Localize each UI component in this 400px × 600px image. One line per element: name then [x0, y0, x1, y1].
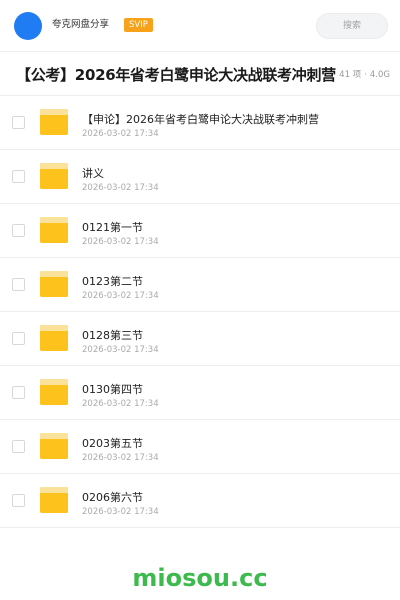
folder-meta: 41 项 · 4.0G	[339, 69, 390, 81]
item-name: 【申论】2026年省考白鹭申论大决战联考冲刺营	[82, 113, 319, 126]
list-item[interactable]: 讲义 2026-03-02 17:34	[0, 150, 400, 204]
item-name: 0121第一节	[82, 221, 143, 234]
item-count: 41 项	[339, 70, 362, 80]
item-date: 2026-03-02 17:34	[82, 507, 159, 517]
item-name: 0206第六节	[82, 491, 143, 504]
list-item[interactable]: 0128第三节 2026-03-02 17:34	[0, 312, 400, 366]
item-checkbox[interactable]	[12, 278, 25, 291]
item-checkbox[interactable]	[12, 170, 25, 183]
item-name: 讲义	[82, 167, 104, 180]
item-name: 0203第五节	[82, 437, 143, 450]
item-name: 0128第三节	[82, 329, 143, 342]
folder-icon	[40, 325, 68, 351]
file-list: 【申论】2026年省考白鹭申论大决战联考冲刺营 2026-03-02 17:34…	[0, 96, 400, 528]
item-date: 2026-03-02 17:34	[82, 399, 159, 409]
item-date: 2026-03-02 17:34	[82, 183, 159, 193]
svip-badge: SVIP	[124, 18, 153, 32]
item-checkbox[interactable]	[12, 332, 25, 345]
item-checkbox[interactable]	[12, 494, 25, 507]
folder-title: 【公考】2026年省考白鹭申论大决战联考冲刺营	[16, 66, 336, 84]
item-date: 2026-03-02 17:34	[82, 237, 159, 247]
app-header: 夸克网盘分享 SVIP 搜索	[0, 0, 400, 52]
folder-icon	[40, 109, 68, 135]
item-checkbox[interactable]	[12, 116, 25, 129]
folder-icon	[40, 163, 68, 189]
item-checkbox[interactable]	[12, 440, 25, 453]
folder-icon	[40, 379, 68, 405]
item-checkbox[interactable]	[12, 224, 25, 237]
item-date: 2026-03-02 17:34	[82, 453, 159, 463]
folder-icon	[40, 433, 68, 459]
search-input[interactable]: 搜索	[316, 13, 388, 39]
watermark: miosou.cc	[132, 564, 268, 592]
item-name: 0123第二节	[82, 275, 143, 288]
folder-icon	[40, 487, 68, 513]
list-item[interactable]: 0206第六节 2026-03-02 17:34	[0, 474, 400, 528]
item-date: 2026-03-02 17:34	[82, 129, 159, 139]
item-checkbox[interactable]	[12, 386, 25, 399]
folder-header: 【公考】2026年省考白鹭申论大决战联考冲刺营 41 项 · 4.0G	[0, 52, 400, 96]
list-item[interactable]: 0130第四节 2026-03-02 17:34	[0, 366, 400, 420]
item-name: 0130第四节	[82, 383, 143, 396]
list-item[interactable]: 0121第一节 2026-03-02 17:34	[0, 204, 400, 258]
list-item[interactable]: 0203第五节 2026-03-02 17:34	[0, 420, 400, 474]
folder-size: 4.0G	[369, 70, 390, 80]
avatar[interactable]	[14, 12, 42, 40]
meta-separator: ·	[364, 70, 367, 80]
item-date: 2026-03-02 17:34	[82, 345, 159, 355]
item-date: 2026-03-02 17:34	[82, 291, 159, 301]
folder-icon	[40, 217, 68, 243]
folder-icon	[40, 271, 68, 297]
list-item[interactable]: 0123第二节 2026-03-02 17:34	[0, 258, 400, 312]
user-name[interactable]: 夸克网盘分享	[52, 18, 109, 32]
list-item[interactable]: 【申论】2026年省考白鹭申论大决战联考冲刺营 2026-03-02 17:34	[0, 96, 400, 150]
